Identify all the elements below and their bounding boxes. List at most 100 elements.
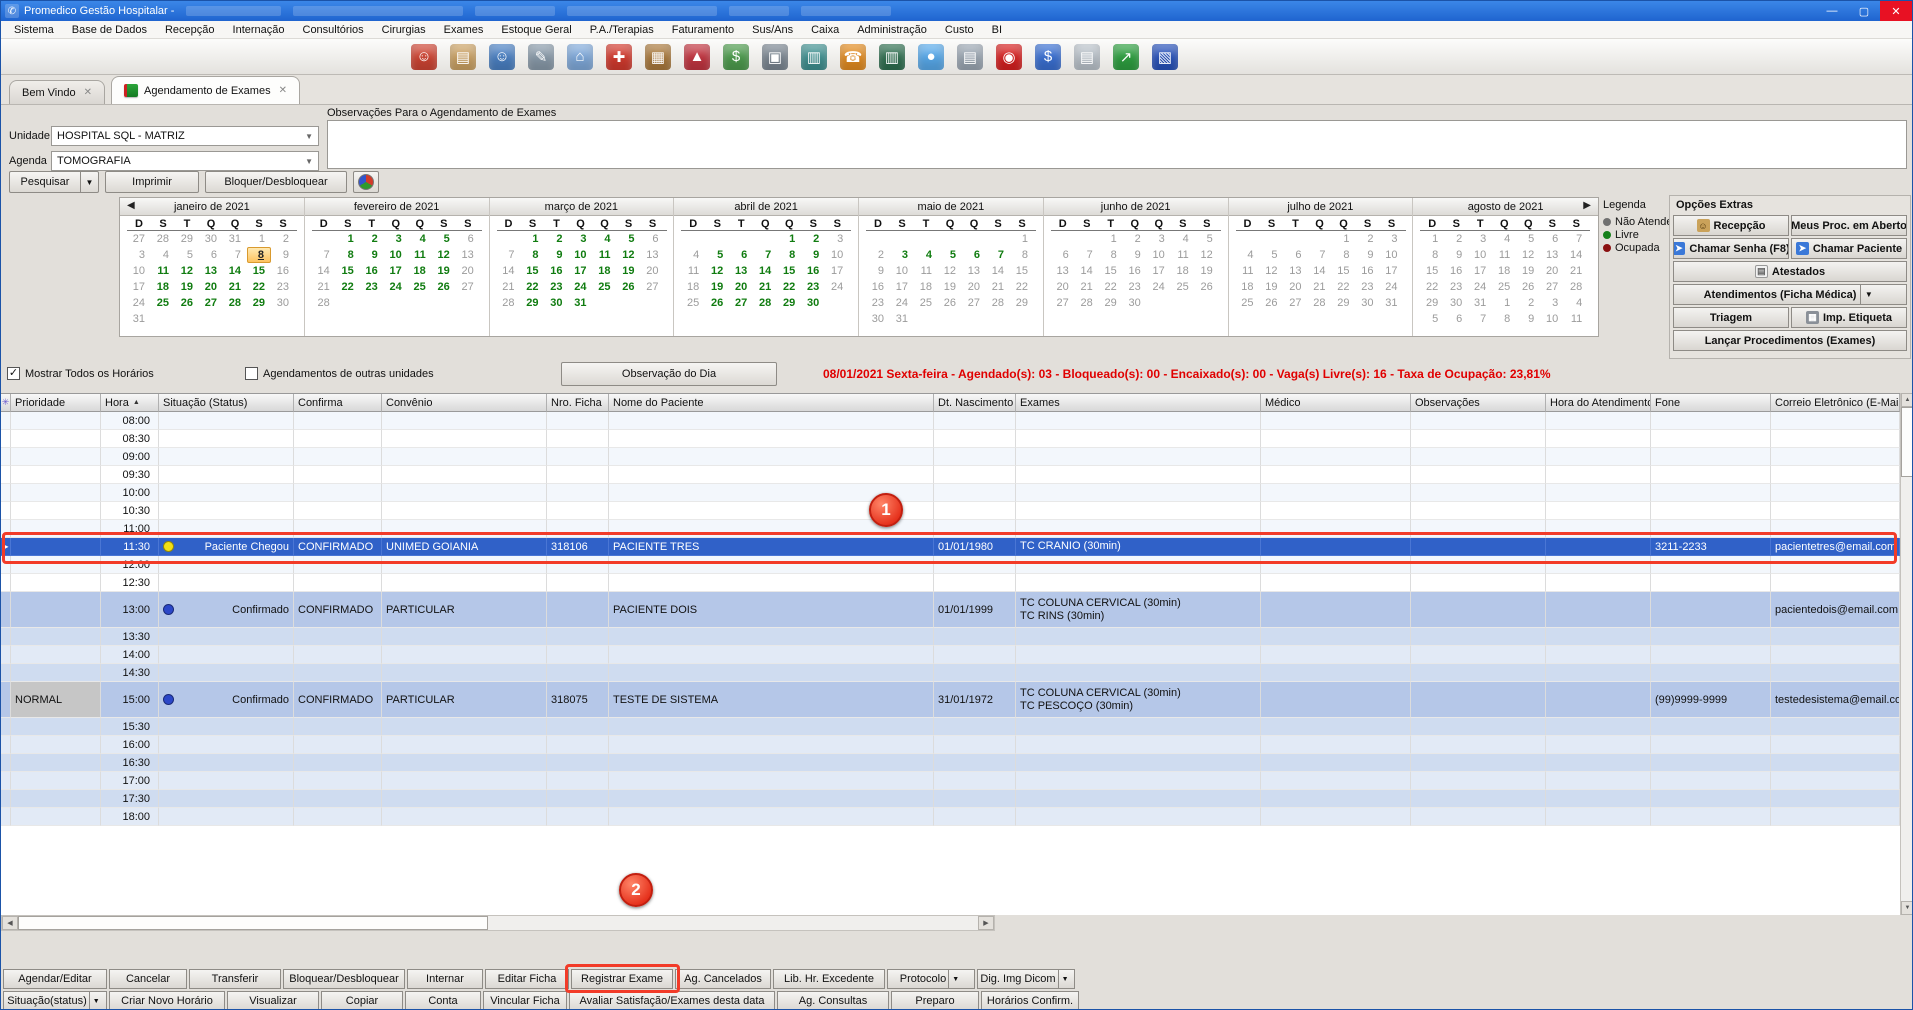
calendar-next-icon[interactable]: ▶ [1583, 200, 1591, 211]
calendar-day[interactable]: 4 [1171, 231, 1195, 247]
calendar-day[interactable]: 27 [199, 295, 223, 311]
calendar-day[interactable]: 22 [521, 279, 545, 295]
calendar-day[interactable]: 11 [1171, 247, 1195, 263]
calendar-day[interactable]: 26 [175, 295, 199, 311]
extras-button-meus-proc-em-aberto[interactable]: Meus Proc. em Aberto [1791, 215, 1907, 236]
calendar-day[interactable]: 14 [1308, 263, 1332, 279]
calendar-day[interactable]: 1 [1420, 231, 1444, 247]
calendar-day[interactable]: 20 [456, 263, 480, 279]
calendar-day[interactable]: 15 [777, 263, 801, 279]
calendar-day[interactable]: 15 [1420, 263, 1444, 279]
calendar-day[interactable]: 20 [1284, 279, 1308, 295]
calendar-day[interactable]: 9 [271, 247, 295, 263]
calendar-day[interactable]: 2 [1123, 231, 1147, 247]
calendar-day[interactable]: 9 [545, 247, 569, 263]
calendar-day[interactable]: 29 [175, 231, 199, 247]
vertical-scrollbar[interactable]: ▲ ▼ [1900, 393, 1913, 915]
extras-button-lancar-procedimentos-exames[interactable]: Lançar Procedimentos (Exames) [1673, 330, 1907, 351]
calendar-day[interactable]: 7 [986, 247, 1010, 263]
calendar-day[interactable]: 20 [641, 263, 665, 279]
schedule-row-09-00[interactable]: 09:00 [1, 448, 1900, 466]
col-header-hora[interactable]: Hora▲ [101, 394, 159, 412]
calendar-day[interactable]: 17 [1468, 263, 1492, 279]
calendar-day[interactable]: 10 [127, 263, 151, 279]
calendar-day[interactable]: 6 [456, 231, 480, 247]
calendar-day[interactable]: 14 [497, 263, 521, 279]
footer-button-transferir[interactable]: Transferir [189, 969, 281, 989]
calendar-day[interactable]: 5 [705, 247, 729, 263]
extras-button-atendimentos-ficha-medica[interactable]: Atendimentos (Ficha Médica)▼ [1673, 284, 1907, 305]
calendar-day[interactable]: 28 [1308, 295, 1332, 311]
menu-item-faturamento[interactable]: Faturamento [663, 21, 743, 38]
calendar-day[interactable]: 27 [1540, 279, 1564, 295]
calendar-day[interactable]: 27 [729, 295, 753, 311]
pesquisar-dropdown-icon[interactable]: ▼ [80, 172, 98, 192]
footer-button-conta[interactable]: Conta [405, 991, 481, 1010]
toolbar-button-mensagens[interactable]: ● [916, 42, 946, 72]
calendar-day[interactable]: 21 [1564, 263, 1588, 279]
calendar-day[interactable]: 1 [777, 231, 801, 247]
scroll-left-icon[interactable]: ◀ [2, 916, 18, 930]
calendar-day[interactable]: 4 [593, 231, 617, 247]
bloquear-desbloquear-button[interactable]: Bloquer/Desbloquear [205, 171, 347, 193]
calendar-day[interactable]: 22 [1420, 279, 1444, 295]
calendar-day[interactable]: 25 [1171, 279, 1195, 295]
calendar-day[interactable]: 6 [199, 247, 223, 263]
calendar-day[interactable]: 13 [729, 263, 753, 279]
calendar-day[interactable]: 14 [986, 263, 1010, 279]
calendar-day[interactable]: 19 [705, 279, 729, 295]
menu-item-sus-ans[interactable]: Sus/Ans [743, 21, 802, 38]
schedule-row-13-00[interactable]: 13:00ConfirmadoCONFIRMADOPARTICULARPACIE… [1, 592, 1900, 628]
schedule-row-17-00[interactable]: 17:00 [1, 772, 1900, 790]
col-header-nome-do-paciente[interactable]: Nome do Paciente [609, 394, 934, 412]
calendar-day[interactable]: 14 [223, 263, 247, 279]
calendar-day[interactable]: 14 [312, 263, 336, 279]
calendar-day[interactable]: 17 [127, 279, 151, 295]
calendar-day[interactable]: 4 [1492, 231, 1516, 247]
calendar-day[interactable]: 22 [777, 279, 801, 295]
toolbar-button-prontuarios[interactable]: ▤ [448, 42, 478, 72]
calendar-day[interactable]: 13 [1051, 263, 1075, 279]
scroll-right-icon[interactable]: ▶ [978, 916, 994, 930]
footer-button-criar-novo-horario[interactable]: Criar Novo Horário [109, 991, 225, 1010]
calendar-day[interactable]: 18 [151, 279, 175, 295]
schedule-row-14-00[interactable]: 14:00 [1, 646, 1900, 664]
calendar-day[interactable]: 3 [384, 231, 408, 247]
calendar-day[interactable]: 23 [360, 279, 384, 295]
schedule-row-08-30[interactable]: 08:30 [1, 430, 1900, 448]
toolbar-button-sair[interactable]: ◉ [994, 42, 1024, 72]
calendar-day[interactable]: 24 [384, 279, 408, 295]
calendar-day[interactable]: 12 [705, 263, 729, 279]
calendar-day[interactable]: 24 [890, 295, 914, 311]
calendar-day[interactable]: 21 [1075, 279, 1099, 295]
calendar-day[interactable]: 29 [1010, 295, 1034, 311]
calendar-day[interactable]: 13 [456, 247, 480, 263]
calendar-day[interactable]: 3 [1147, 231, 1171, 247]
calendar-day[interactable]: 11 [151, 263, 175, 279]
calendar-day[interactable]: 4 [1236, 247, 1260, 263]
calendar-day[interactable]: 18 [1236, 279, 1260, 295]
toolbar-button-procedimentos[interactable]: ▥ [877, 42, 907, 72]
calendar-day[interactable]: 9 [1356, 247, 1380, 263]
footer-button-avaliar-satisfacao-exames-desta-data[interactable]: Avaliar Satisfação/Exames desta data [569, 991, 775, 1010]
horizontal-scroll-thumb[interactable] [18, 916, 488, 930]
calendar-day[interactable]: 10 [384, 247, 408, 263]
schedule-row-16-30[interactable]: 16:30 [1, 754, 1900, 772]
calendar-day[interactable]: 27 [1051, 295, 1075, 311]
calendar-day[interactable]: 22 [247, 279, 271, 295]
unidade-select[interactable]: HOSPITAL SQL - MATRIZ ▼ [51, 126, 319, 146]
col-header-nro-ficha[interactable]: Nro. Ficha [547, 394, 609, 412]
calendar-day[interactable]: 8 [521, 247, 545, 263]
calendar-day[interactable]: 17 [569, 263, 593, 279]
menu-item-recepcao[interactable]: Recepção [156, 21, 224, 38]
calendar-day[interactable]: 4 [408, 231, 432, 247]
calendar-day[interactable]: 23 [545, 279, 569, 295]
toolbar-button-relatorios[interactable]: ▥ [799, 42, 829, 72]
calendar-day[interactable]: 7 [312, 247, 336, 263]
calendar-day[interactable]: 10 [569, 247, 593, 263]
calendar-day[interactable]: 4 [681, 247, 705, 263]
toolbar-button-ambulancia[interactable]: ✚ [604, 42, 634, 72]
calendar-day[interactable]: 20 [199, 279, 223, 295]
calendar-day[interactable]: 6 [1444, 311, 1468, 327]
calendar-day[interactable]: 5 [1195, 231, 1219, 247]
